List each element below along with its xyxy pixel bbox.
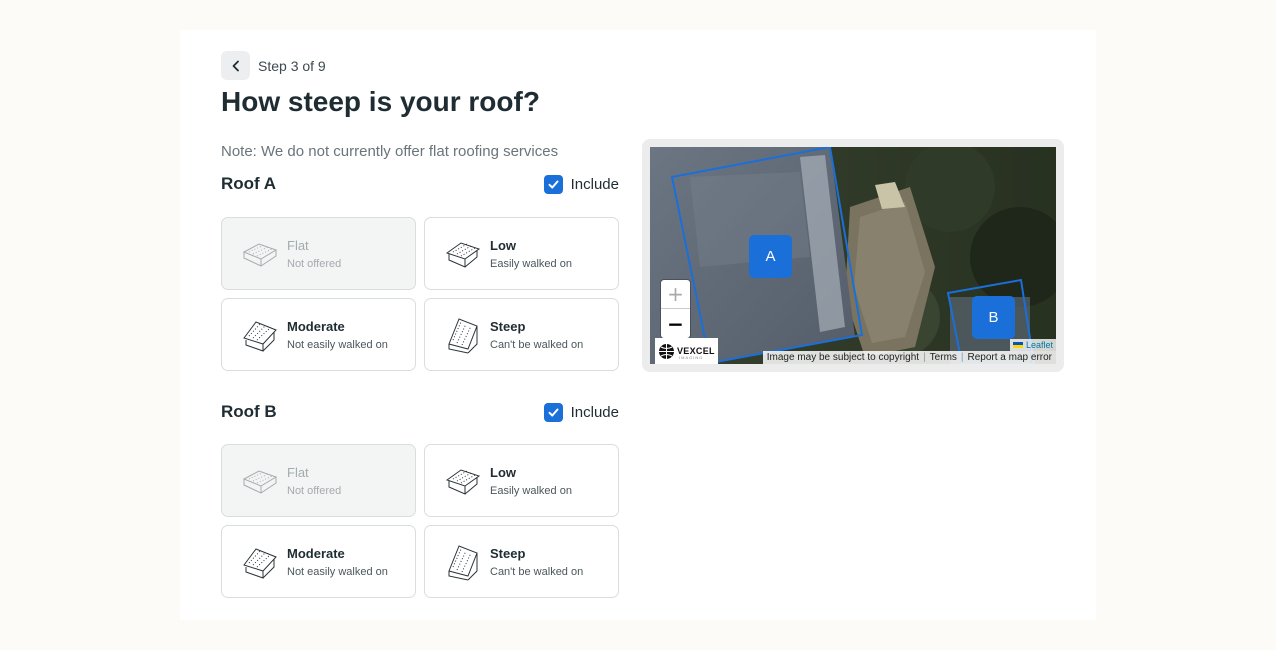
option-description: Can't be walked on bbox=[490, 338, 584, 351]
separator: | bbox=[923, 352, 926, 363]
zoom-in-button[interactable]: + bbox=[661, 280, 690, 309]
option-description: Can't be walked on bbox=[490, 565, 584, 578]
option-label: Steep bbox=[490, 545, 526, 561]
steep-roof-icon bbox=[448, 544, 478, 580]
option-label: Flat bbox=[287, 237, 309, 253]
option-label: Steep bbox=[490, 318, 526, 334]
roof-b-option-low[interactable]: Low Easily walked on bbox=[424, 444, 619, 517]
roof-a-include-checkbox[interactable]: Include bbox=[543, 174, 619, 194]
option-label: Moderate bbox=[287, 545, 345, 561]
roof-a-option-moderate[interactable]: Moderate Not easily walked on bbox=[221, 298, 416, 371]
flat-roof-icon bbox=[242, 242, 278, 267]
report-map-error-link[interactable]: Report a map error bbox=[968, 352, 1052, 363]
chevron-left-icon bbox=[232, 60, 239, 71]
leaflet-attribution[interactable]: Leaflet bbox=[1009, 339, 1056, 351]
option-description: Easily walked on bbox=[490, 484, 572, 497]
form-panel: Step 3 of 9 How steep is your roof? Note… bbox=[180, 30, 1096, 620]
roof-a-option-low[interactable]: Low Easily walked on bbox=[424, 217, 619, 290]
checkbox-checked[interactable] bbox=[543, 402, 563, 422]
page-title: How steep is your roof? bbox=[221, 86, 540, 117]
roof-a-header: Roof A Include bbox=[221, 174, 619, 194]
map-attribution-bar: Image may be subject to copyright | Term… bbox=[762, 351, 1056, 364]
option-label: Moderate bbox=[287, 318, 345, 334]
option-label: Low bbox=[490, 464, 516, 480]
back-button[interactable] bbox=[221, 51, 250, 80]
flat-roof-icon bbox=[242, 469, 278, 494]
roof-a-option-steep[interactable]: Steep Can't be walked on bbox=[424, 298, 619, 371]
roof-b-header: Roof B Include bbox=[221, 402, 619, 422]
roof-b-pitch-options: Flat Not offered Low Easily walked on Mo… bbox=[221, 444, 619, 598]
roof-a-option-flat: Flat Not offered bbox=[221, 217, 416, 290]
vexcel-globe-icon bbox=[659, 343, 674, 359]
option-description: Not offered bbox=[287, 257, 342, 270]
include-label: Include bbox=[570, 175, 619, 193]
separator: | bbox=[960, 352, 964, 363]
option-description: Not easily walked on bbox=[287, 565, 388, 578]
low-roof-icon bbox=[445, 241, 481, 268]
vexcel-logo: VEXCEL IMAGING bbox=[655, 338, 718, 364]
checkmark-icon bbox=[548, 408, 559, 416]
moderate-roof-icon bbox=[243, 320, 277, 352]
step-indicator: Step 3 of 9 bbox=[221, 51, 326, 80]
checkbox-checked[interactable] bbox=[543, 174, 563, 194]
leaflet-link[interactable]: Leaflet bbox=[1026, 340, 1053, 350]
option-label: Low bbox=[490, 237, 516, 253]
copyright-notice: Image may be subject to copyright bbox=[766, 352, 920, 363]
zoom-control: + − bbox=[661, 280, 690, 338]
terms-link[interactable]: Terms bbox=[930, 352, 957, 363]
option-label: Flat bbox=[287, 464, 309, 480]
roof-a-pitch-options: Flat Not offered Low Easily walked on Mo… bbox=[221, 217, 619, 371]
vexcel-sub: IMAGING bbox=[679, 355, 704, 360]
steep-roof-icon bbox=[448, 317, 478, 353]
roof-b-option-moderate[interactable]: Moderate Not easily walked on bbox=[221, 525, 416, 598]
roof-a-title: Roof A bbox=[221, 174, 277, 193]
moderate-roof-icon bbox=[243, 547, 277, 579]
option-description: Not easily walked on bbox=[287, 338, 388, 351]
ukraine-flag-icon bbox=[1012, 342, 1023, 348]
roof-b-include-checkbox[interactable]: Include bbox=[543, 402, 619, 422]
satellite-map[interactable]: A B + − VEXCEL IMAGING Leaflet Image may… bbox=[650, 147, 1056, 364]
low-roof-icon bbox=[445, 468, 481, 495]
map-frame: A B + − VEXCEL IMAGING Leaflet Image may… bbox=[642, 139, 1064, 372]
flat-roof-note: Note: We do not currently offer flat roo… bbox=[221, 143, 559, 160]
include-label: Include bbox=[570, 403, 619, 421]
roof-b-option-steep[interactable]: Steep Can't be walked on bbox=[424, 525, 619, 598]
checkmark-icon bbox=[548, 180, 559, 188]
roof-a-map-label[interactable]: A bbox=[749, 235, 792, 278]
option-description: Easily walked on bbox=[490, 257, 572, 270]
roof-b-option-flat: Flat Not offered bbox=[221, 444, 416, 517]
option-description: Not offered bbox=[287, 484, 342, 497]
step-text: Step 3 of 9 bbox=[258, 57, 326, 74]
zoom-out-button[interactable]: − bbox=[661, 309, 690, 338]
roof-b-title: Roof B bbox=[221, 402, 277, 421]
roof-b-map-label[interactable]: B bbox=[972, 296, 1015, 339]
